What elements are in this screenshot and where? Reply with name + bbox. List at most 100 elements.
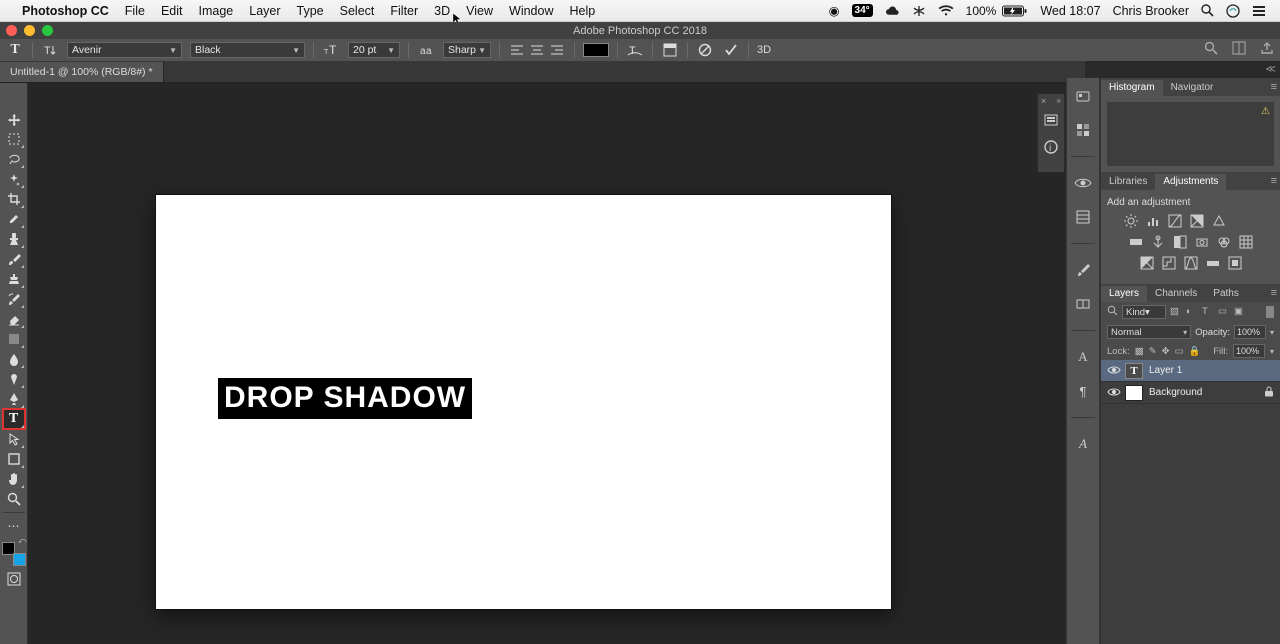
- shape-tool[interactable]: [3, 449, 25, 469]
- background-color[interactable]: [13, 553, 26, 566]
- filter-toggle[interactable]: [1266, 306, 1274, 318]
- visibility-toggle-icon[interactable]: [1107, 387, 1119, 399]
- tool-preset-picker[interactable]: T: [6, 41, 24, 59]
- menu-edit[interactable]: Edit: [153, 0, 191, 22]
- arrange-docs-icon[interactable]: [1232, 41, 1246, 55]
- status-user[interactable]: Chris Brooker: [1107, 0, 1195, 22]
- swap-colors-icon[interactable]: ⤺: [18, 536, 27, 546]
- type-tool[interactable]: T: [3, 409, 25, 429]
- brushes-panel-icon[interactable]: [1073, 260, 1093, 280]
- layer-thumbnail[interactable]: T: [1125, 363, 1143, 379]
- color-panel-icon[interactable]: [1073, 86, 1093, 106]
- align-right-button[interactable]: [548, 41, 566, 59]
- blur-tool[interactable]: [3, 349, 25, 369]
- font-style-dropdown[interactable]: Black▼: [190, 42, 305, 58]
- share-icon[interactable]: [1260, 41, 1274, 55]
- swatches-panel-icon[interactable]: [1073, 120, 1093, 140]
- 3d-text-button[interactable]: 3D: [757, 41, 771, 59]
- tab-adjustments[interactable]: Adjustments: [1155, 174, 1226, 190]
- menu-help[interactable]: Help: [562, 0, 604, 22]
- filter-search-icon[interactable]: [1107, 305, 1118, 319]
- menu-select[interactable]: Select: [332, 0, 383, 22]
- clone-stamp-tool[interactable]: [3, 269, 25, 289]
- minimize-window-button[interactable]: [24, 25, 35, 36]
- character-panel-button[interactable]: [661, 41, 679, 59]
- zoom-window-button[interactable]: [42, 25, 53, 36]
- align-left-button[interactable]: [508, 41, 526, 59]
- history-brush-tool[interactable]: [3, 289, 25, 309]
- menu-layer[interactable]: Layer: [241, 0, 288, 22]
- menu-type[interactable]: Type: [289, 0, 332, 22]
- warp-text-button[interactable]: T: [626, 41, 644, 59]
- adj-posterize-icon[interactable]: [1161, 255, 1177, 271]
- eraser-tool[interactable]: [3, 309, 25, 329]
- layer-name[interactable]: Layer 1: [1149, 365, 1182, 376]
- menu-3d[interactable]: 3D: [426, 0, 458, 22]
- tab-layers[interactable]: Layers: [1101, 286, 1147, 302]
- menu-file[interactable]: File: [117, 0, 153, 22]
- filter-pixel-icon[interactable]: ▧: [1170, 306, 1182, 318]
- collapse-panels-icon[interactable]: ≪: [1266, 64, 1276, 75]
- eye-panel-icon[interactable]: [1073, 173, 1093, 193]
- font-size-dropdown[interactable]: 20 pt▼: [348, 42, 400, 58]
- close-window-button[interactable]: [6, 25, 17, 36]
- eyedropper-tool[interactable]: [3, 209, 25, 229]
- pen-tool[interactable]: [3, 389, 25, 409]
- menu-image[interactable]: Image: [191, 0, 242, 22]
- adj-vibrance-icon[interactable]: [1211, 213, 1227, 229]
- spotlight-icon[interactable]: [1195, 0, 1220, 22]
- zoom-tool[interactable]: [3, 489, 25, 509]
- clone-source-panel-icon[interactable]: [1073, 294, 1093, 314]
- antialias-dropdown[interactable]: Sharp▼: [443, 42, 491, 58]
- adj-photofilter-icon[interactable]: [1194, 234, 1210, 250]
- adj-hue-icon[interactable]: [1128, 234, 1144, 250]
- tab-libraries[interactable]: Libraries: [1101, 174, 1155, 190]
- adj-gradmap-icon[interactable]: [1205, 255, 1221, 271]
- layer-thumbnail[interactable]: [1125, 385, 1143, 401]
- fill-input[interactable]: [1233, 344, 1265, 358]
- quick-mask-button[interactable]: [3, 570, 25, 588]
- status-clock[interactable]: Wed 18:07: [1034, 0, 1106, 22]
- path-select-tool[interactable]: [3, 429, 25, 449]
- commit-edits-button[interactable]: [722, 41, 740, 59]
- tab-histogram[interactable]: Histogram: [1101, 80, 1163, 96]
- filter-type-icon[interactable]: T: [1202, 306, 1214, 318]
- paragraph-panel-icon[interactable]: ¶: [1073, 381, 1093, 401]
- layer-item[interactable]: T Layer 1: [1101, 360, 1280, 382]
- menu-view[interactable]: View: [458, 0, 501, 22]
- lock-transparent-icon[interactable]: ▩: [1135, 346, 1144, 357]
- adj-levels-icon[interactable]: [1145, 213, 1161, 229]
- panel-menu-icon[interactable]: ≡: [1271, 175, 1277, 187]
- align-center-button[interactable]: [528, 41, 546, 59]
- text-orientation-button[interactable]: T: [41, 41, 59, 59]
- brush-tool[interactable]: [3, 249, 25, 269]
- lock-position-icon[interactable]: ✥: [1162, 346, 1170, 357]
- adj-channelmix-icon[interactable]: [1216, 234, 1232, 250]
- status-battery[interactable]: 100%: [960, 0, 1035, 22]
- adj-brightness-icon[interactable]: [1123, 213, 1139, 229]
- character-panel-icon[interactable]: A: [1073, 347, 1093, 367]
- tab-channels[interactable]: Channels: [1147, 286, 1205, 302]
- document-tab[interactable]: Untitled-1 @ 100% (RGB/8#) *: [0, 62, 164, 82]
- panel-menu-icon[interactable]: ≡: [1271, 287, 1277, 299]
- adj-selective-icon[interactable]: [1227, 255, 1243, 271]
- opacity-input[interactable]: [1234, 325, 1266, 339]
- lock-artboard-icon[interactable]: ▭: [1175, 346, 1184, 357]
- filter-kind-dropdown[interactable]: Kind▾: [1122, 305, 1166, 319]
- close-icon[interactable]: ×: [1041, 96, 1046, 106]
- status-temp[interactable]: 34°: [846, 0, 879, 22]
- tab-navigator[interactable]: Navigator: [1163, 80, 1222, 96]
- document-canvas[interactable]: DROP SHADOW: [156, 195, 891, 609]
- edit-toolbar-button[interactable]: ⋯: [3, 516, 25, 536]
- text-layer-selection[interactable]: DROP SHADOW: [218, 378, 472, 419]
- adj-bw-icon[interactable]: [1172, 234, 1188, 250]
- font-family-dropdown[interactable]: Avenir▼: [67, 42, 182, 58]
- filter-adjust-icon[interactable]: ◐: [1186, 306, 1198, 318]
- search-icon[interactable]: [1204, 41, 1218, 55]
- status-wifi-icon[interactable]: [932, 0, 960, 22]
- adj-invert-icon[interactable]: [1139, 255, 1155, 271]
- notifications-icon[interactable]: [1246, 0, 1272, 22]
- menu-window[interactable]: Window: [501, 0, 561, 22]
- adj-colorlookup-icon[interactable]: [1238, 234, 1254, 250]
- marquee-tool[interactable]: [3, 129, 25, 149]
